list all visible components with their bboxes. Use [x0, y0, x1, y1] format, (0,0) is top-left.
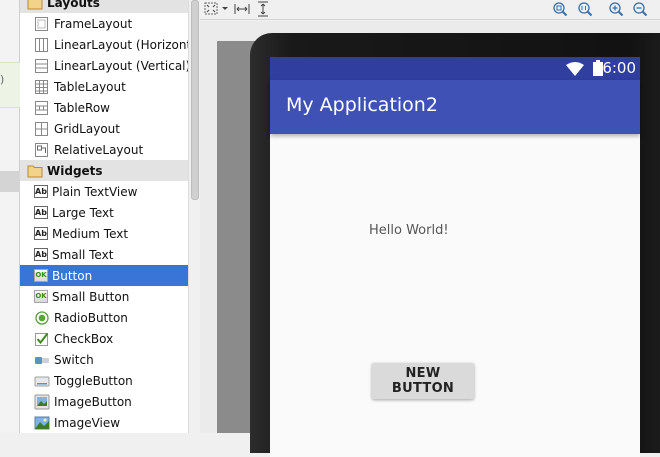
- palette-item-small-button[interactable]: OK Small Button: [20, 286, 188, 307]
- zoom-to-fit-button[interactable]: [551, 0, 569, 18]
- status-bar: 6:00: [270, 57, 640, 80]
- folder-icon: [27, 163, 43, 179]
- palette-item-tablerow[interactable]: TableRow: [20, 97, 188, 118]
- table-row-icon: [34, 100, 50, 116]
- fit-screen-button[interactable]: [203, 0, 221, 18]
- zoom-in-button[interactable]: [607, 0, 625, 18]
- zoom-to-fit-icon: [553, 2, 568, 17]
- editor-left-strip: ): [0, 0, 20, 433]
- fit-screen-icon: [204, 2, 218, 15]
- zoom-out-icon: [633, 2, 648, 17]
- palette-item-label: FrameLayout: [54, 16, 133, 31]
- table-layout-icon: [34, 79, 50, 95]
- palette-item-gridlayout[interactable]: GridLayout: [20, 118, 188, 139]
- swap-vertical-icon: [258, 1, 268, 17]
- palette-item-linearlayout-vertical[interactable]: LinearLayout (Vertical): [20, 55, 188, 76]
- palette-item-label: Widgets: [47, 163, 103, 178]
- palette-item-radiobutton[interactable]: RadioButton: [20, 307, 188, 328]
- linear-layout-vertical-icon: [34, 58, 50, 74]
- palette-item-plain-textview[interactable]: Ab Plain TextView: [20, 181, 188, 202]
- palette-item-checkbox[interactable]: CheckBox: [20, 328, 188, 349]
- palette-item-medium-text[interactable]: Ab Medium Text: [20, 223, 188, 244]
- checkbox-icon: [34, 331, 50, 347]
- frame-layout-icon: [34, 16, 50, 32]
- grid-layout-icon: [34, 121, 50, 137]
- design-toolbar: [200, 0, 660, 20]
- palette-item-label: LinearLayout (Horizonta: [54, 37, 188, 52]
- wifi-icon: [566, 62, 584, 76]
- textview-icon: Ab: [34, 185, 48, 198]
- palette-item-framelayout[interactable]: FrameLayout: [20, 13, 188, 34]
- swap-horizontal-icon: [234, 4, 250, 14]
- palette-item-imageview[interactable]: ImageView: [20, 412, 188, 433]
- device-screen: 6:00 My Application2 Hello World! NEW BU…: [270, 57, 640, 457]
- textview-icon: Ab: [34, 206, 48, 219]
- palette-item-switch[interactable]: Switch: [20, 349, 188, 370]
- image-view-icon: [34, 415, 50, 431]
- editor-line-band: [0, 171, 20, 192]
- palette-item-label: CheckBox: [54, 331, 114, 346]
- palette-item-label: Layouts: [47, 0, 100, 10]
- new-button[interactable]: NEW BUTTON: [372, 363, 474, 399]
- palette-item-label: Medium Text: [52, 226, 129, 241]
- hello-textview[interactable]: Hello World!: [369, 223, 449, 238]
- palette-item-label: RadioButton: [54, 310, 128, 325]
- palette-item-label: ImageView: [54, 415, 121, 430]
- status-time: 6:00: [602, 59, 636, 77]
- palette-panel: Layouts FrameLayout LinearLayout (Horizont…: [20, 0, 188, 433]
- palette-item-label: ImageButton: [54, 394, 132, 409]
- toggle-button-icon: [34, 373, 50, 389]
- palette-item-label: RelativeLayout: [54, 142, 144, 157]
- editor-highlight: ): [0, 62, 20, 108]
- chevron-down-icon: [222, 7, 228, 10]
- design-canvas: 6:00 My Application2 Hello World! NEW BU…: [200, 21, 660, 457]
- textview-icon: Ab: [34, 248, 48, 261]
- zoom-in-icon: [609, 2, 624, 17]
- palette-item-label: Small Button: [52, 289, 130, 304]
- palette-item-label: Large Text: [52, 205, 114, 220]
- image-button-icon: [34, 394, 50, 410]
- zoom-actual-icon: [578, 2, 593, 17]
- palette-group-layouts[interactable]: Layouts: [20, 0, 188, 13]
- palette-item-label: Plain TextView: [52, 184, 138, 199]
- switch-icon: [34, 352, 50, 368]
- swap-horizontal-button[interactable]: [233, 0, 251, 18]
- palette-item-label: TableRow: [54, 100, 110, 115]
- palette-item-label: ToggleButton: [54, 373, 133, 388]
- palette-item-label: Switch: [54, 352, 94, 367]
- editor-fragment: ): [0, 73, 5, 86]
- small-button-icon: OK: [34, 290, 48, 303]
- relative-layout-icon: [34, 142, 50, 158]
- folder-icon: [27, 0, 43, 11]
- palette-item-button[interactable]: OK Button: [20, 265, 188, 286]
- palette-item-linearlayout-horizonta[interactable]: LinearLayout (Horizonta: [20, 34, 188, 55]
- palette-item-imagebutton[interactable]: ImageButton: [20, 391, 188, 412]
- zoom-out-button[interactable]: [631, 0, 649, 18]
- palette-item-label: Small Text: [52, 247, 114, 262]
- palette-item-label: GridLayout: [54, 121, 120, 136]
- palette-scrollbar[interactable]: [188, 0, 200, 433]
- palette-item-small-text[interactable]: Ab Small Text: [20, 244, 188, 265]
- zoom-actual-button[interactable]: [576, 0, 594, 18]
- button-icon: OK: [34, 269, 48, 282]
- palette-scrollbar-thumb[interactable]: [191, 0, 199, 200]
- palette-item-relativelayout[interactable]: RelativeLayout: [20, 139, 188, 160]
- fit-screen-dropdown[interactable]: [220, 0, 230, 18]
- radio-button-icon: [34, 310, 50, 326]
- textview-icon: Ab: [34, 227, 48, 240]
- palette-item-large-text[interactable]: Ab Large Text: [20, 202, 188, 223]
- palette-group-widgets[interactable]: Widgets: [20, 160, 188, 181]
- palette-item-togglebutton[interactable]: ToggleButton: [20, 370, 188, 391]
- linear-layout-horizontal-icon: [34, 37, 50, 53]
- palette-item-label: Button: [52, 268, 93, 283]
- app-title: My Application2: [286, 94, 438, 116]
- app-bar: My Application2: [270, 80, 640, 134]
- palette-item-label: LinearLayout (Vertical): [54, 58, 188, 73]
- swap-vertical-button[interactable]: [254, 0, 272, 18]
- palette-item-label: TableLayout: [54, 79, 126, 94]
- palette-item-tablelayout[interactable]: TableLayout: [20, 76, 188, 97]
